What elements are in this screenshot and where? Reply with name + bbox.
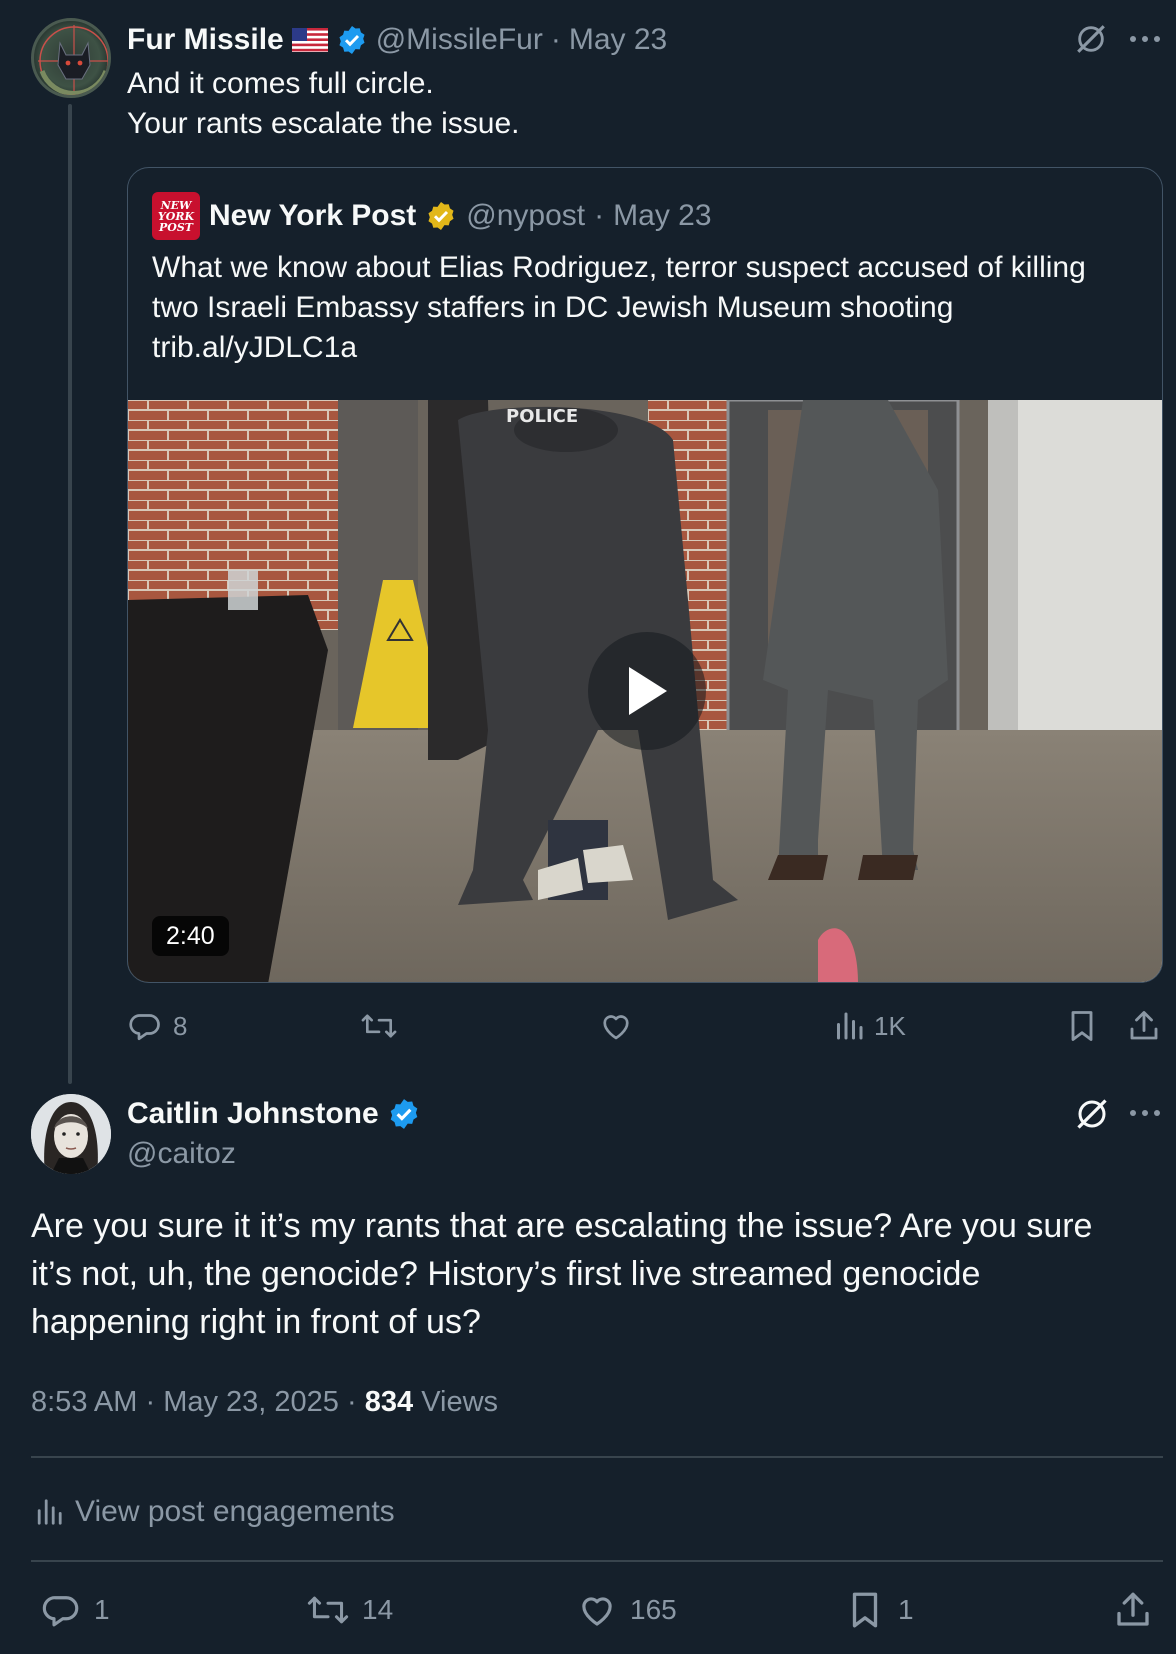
quoted-handle[interactable]: @nypost bbox=[466, 199, 585, 233]
thread-line bbox=[68, 104, 72, 1084]
video-duration: 2:40 bbox=[152, 916, 229, 956]
nypost-logo: NEW YORK POST bbox=[152, 192, 200, 240]
reply-button[interactable]: 8 bbox=[127, 1004, 187, 1048]
verified-badge-gold-icon bbox=[425, 200, 457, 232]
more-icon[interactable] bbox=[1128, 24, 1162, 54]
view-engagements-link[interactable]: View post engagements bbox=[35, 1490, 395, 1534]
more-icon[interactable] bbox=[1128, 1098, 1162, 1128]
quoted-post-card[interactable]: NEW YORK POST New York Post @nypost · May … bbox=[127, 167, 1163, 983]
bookmark-button[interactable] bbox=[1064, 1004, 1100, 1048]
like-icon bbox=[603, 1015, 629, 1040]
separator: · bbox=[594, 199, 605, 232]
author-name[interactable]: Caitlin Johnstone bbox=[127, 1097, 379, 1131]
text-line: it’s not, uh, the genocide? History’s fi… bbox=[31, 1255, 981, 1293]
quoted-text: What we know about Elias Rodriguez, terr… bbox=[152, 248, 1142, 368]
post-meta: 8:53 AM · May 23, 2025 · 834 Views bbox=[31, 1382, 498, 1422]
text-line: happening right in front of us? bbox=[31, 1303, 481, 1341]
author-handle[interactable]: @MissileFur bbox=[376, 23, 543, 57]
like-icon bbox=[582, 1597, 612, 1626]
retweet-icon bbox=[361, 1014, 397, 1038]
views-icon bbox=[837, 1012, 863, 1040]
separator: · bbox=[347, 1386, 357, 1418]
bookmark-button[interactable]: 1 bbox=[844, 1586, 914, 1634]
reply-button[interactable]: 1 bbox=[40, 1586, 110, 1634]
reply-icon bbox=[129, 1014, 160, 1041]
video-player[interactable]: POLICE 2:40 bbox=[128, 400, 1162, 982]
text-line: Are you sure it it’s my rants that are e… bbox=[31, 1207, 1093, 1245]
views-label: Views bbox=[421, 1386, 499, 1418]
share-icon bbox=[1117, 1592, 1149, 1626]
post-date[interactable]: May 23, 2025 bbox=[163, 1386, 339, 1418]
divider bbox=[31, 1456, 1163, 1458]
post-date[interactable]: May 23 bbox=[569, 23, 667, 57]
author-handle[interactable]: @caitoz bbox=[127, 1134, 236, 1174]
views-icon bbox=[37, 1499, 62, 1525]
reply-author-line: Fur Missile @MissileFur · May 23 bbox=[127, 20, 667, 60]
post-time[interactable]: 8:53 AM bbox=[31, 1386, 137, 1418]
separator: · bbox=[550, 23, 561, 56]
avatar-caitlin-johnstone[interactable] bbox=[31, 1094, 111, 1174]
bookmark-count: 1 bbox=[898, 1594, 914, 1625]
author-name[interactable]: Fur Missile bbox=[127, 23, 284, 57]
views-count: 1K bbox=[874, 1010, 906, 1041]
reply-text: And it comes full circle. Your rants esc… bbox=[127, 64, 519, 144]
text-line: And it comes full circle. bbox=[127, 67, 434, 100]
like-button[interactable] bbox=[598, 1004, 644, 1048]
reply-count: 8 bbox=[173, 1010, 188, 1041]
play-button[interactable] bbox=[588, 632, 706, 750]
grok-icon[interactable] bbox=[1074, 1096, 1110, 1132]
share-icon bbox=[1130, 1011, 1158, 1040]
verified-badge-icon bbox=[387, 1097, 421, 1131]
play-icon bbox=[629, 667, 667, 715]
bookmark-icon bbox=[1071, 1011, 1093, 1041]
views-button[interactable]: 1K bbox=[834, 1004, 906, 1048]
text-line: What we know about Elias Rodriguez, terr… bbox=[152, 251, 1086, 284]
quoted-date[interactable]: May 23 bbox=[613, 199, 711, 233]
retweet-icon bbox=[307, 1596, 349, 1624]
divider bbox=[31, 1560, 1163, 1562]
main-post-text: Are you sure it it’s my rants that are e… bbox=[31, 1202, 1151, 1346]
link-text[interactable]: trib.al/yJDLC1a bbox=[152, 328, 1142, 368]
reply-icon bbox=[42, 1596, 79, 1627]
reply-count: 1 bbox=[94, 1594, 110, 1625]
retweet-button[interactable]: 14 bbox=[306, 1586, 393, 1634]
separator: · bbox=[145, 1386, 156, 1418]
bookmark-icon bbox=[852, 1592, 878, 1628]
quoted-author-line: NEW YORK POST New York Post @nypost · May … bbox=[152, 192, 712, 240]
views-count: 834 bbox=[364, 1386, 414, 1418]
text-line: two Israeli Embassy staffers in DC Jewis… bbox=[152, 291, 954, 324]
police-label: POLICE bbox=[506, 406, 578, 427]
share-button[interactable] bbox=[1126, 1004, 1162, 1048]
text-line: Your rants escalate the issue. bbox=[127, 107, 520, 140]
retweet-count: 14 bbox=[362, 1594, 394, 1625]
main-author-line: Caitlin Johnstone bbox=[127, 1094, 421, 1134]
us-flag-icon bbox=[291, 28, 328, 52]
retweet-button[interactable] bbox=[360, 1004, 408, 1048]
like-count: 165 bbox=[630, 1594, 677, 1625]
engagements-label: View post engagements bbox=[75, 1495, 395, 1528]
like-button[interactable]: 165 bbox=[576, 1586, 677, 1634]
avatar-fur-missile[interactable] bbox=[31, 18, 111, 98]
share-button[interactable] bbox=[1112, 1586, 1154, 1634]
quoted-author-name[interactable]: New York Post bbox=[209, 199, 416, 233]
verified-badge-icon bbox=[336, 24, 368, 56]
grok-icon[interactable] bbox=[1074, 22, 1108, 56]
